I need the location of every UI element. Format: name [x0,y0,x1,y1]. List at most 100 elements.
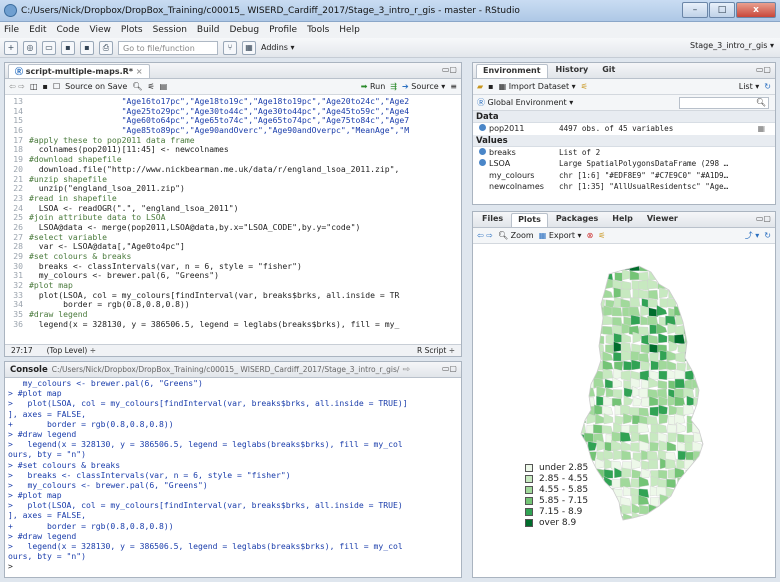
wand-icon[interactable]: ⚟ [147,82,154,91]
code-editor[interactable]: 13 "Age16to17pc","Age18to19c","Age18to19… [5,97,461,356]
map-polygon [657,469,668,480]
new-file-icon[interactable]: + [4,40,18,55]
back-icon[interactable]: ⇦ ⇨ [9,82,25,91]
git-icon[interactable]: ⑂ [223,40,237,55]
refresh-plot-icon[interactable]: ↻ [764,231,775,240]
search-icon[interactable]: 🔍︎ [132,82,142,91]
menu-session[interactable]: Session [153,25,187,35]
env-minmax-icon[interactable]: ▭▢ [756,65,771,74]
menu-file[interactable]: File [4,25,19,35]
close-tab-icon[interactable]: × [133,67,143,76]
expand-icon[interactable] [479,159,486,167]
map-polygon [685,297,695,308]
refresh-env-icon[interactable]: ↻ [764,82,775,91]
new-project-icon[interactable]: ◎ [23,40,37,55]
env-row-my-colours[interactable]: my_colours chr [1:6] "#EDF8E9" "#C7E9C0"… [473,170,775,182]
compile-report-icon[interactable]: ▤ [160,82,168,91]
console-title[interactable]: Console [10,365,48,375]
map-polygon [692,268,703,281]
code-text: #draw legend [29,309,88,320]
outline-icon[interactable]: ≡ [450,82,461,91]
expand-icon[interactable] [479,124,486,132]
pane-minmax-icon[interactable]: ▭▢ [442,65,457,74]
tab-history[interactable]: History [550,64,595,78]
global-env-selector[interactable]: Ⓡ Global Environment ▾ [477,97,573,108]
tab-plots[interactable]: Plots [511,213,548,227]
save-all-icon[interactable]: ▪ [80,40,94,55]
source-button[interactable]: ➔ Source ▾ [402,82,445,91]
tab-packages[interactable]: Packages [550,213,604,227]
zoom-button[interactable]: 🔍︎ Zoom [498,231,534,240]
view-table-icon[interactable]: ▦ [757,124,765,133]
save-file-icon[interactable]: ▪ [43,82,48,91]
scope-selector[interactable]: (Top Level) ÷ [47,346,96,355]
project-menu[interactable]: Stage_3_intro_r_gis ▾ [690,41,774,50]
save-workspace-icon[interactable]: ▪ [488,82,493,91]
close-button[interactable]: x [736,2,776,18]
publish-icon[interactable]: ⤴ ▾ [745,230,760,241]
source-on-save-checkbox[interactable]: ☐ [53,82,60,91]
maximize-button[interactable]: □ [709,2,735,18]
tab-files[interactable]: Files [476,213,509,227]
list-view-selector[interactable]: List ▾ [739,82,760,91]
delete-plot-icon[interactable]: ⊗ [587,231,594,240]
console-minmax-icon[interactable]: ▭▢ [442,364,457,373]
tab-git[interactable]: Git [596,64,621,78]
save-icon[interactable]: ▪ [61,40,75,55]
map-polygon [693,315,703,326]
tab-help[interactable]: Help [606,213,639,227]
menu-edit[interactable]: Edit [29,25,46,35]
menu-plots[interactable]: Plots [121,25,143,35]
map-polygon [629,407,641,417]
minimize-button[interactable]: – [682,2,708,18]
window-title-bar: C:/Users/Nick/Dropbox/DropBox_Training/c… [0,0,780,22]
menu-debug[interactable]: Debug [230,25,260,35]
menu-view[interactable]: View [90,25,111,35]
load-workspace-icon[interactable]: ▰ [477,82,483,91]
menu-code[interactable]: Code [57,25,80,35]
clear-plots-broom-icon[interactable]: ⚟ [598,231,605,240]
expand-icon[interactable] [479,147,486,155]
open-file-icon[interactable]: ▭ [42,40,56,55]
console-output[interactable]: my_colours <- brewer.pal(6, "Greens") > #… [5,378,461,577]
menu-build[interactable]: Build [197,25,220,35]
map-polygon [601,425,614,435]
code-line[interactable]: 36 legend(x = 328130, y = 386506.5, lege… [5,319,461,330]
env-search-input[interactable]: 🔍︎ [679,96,769,109]
map-polygon [631,359,641,371]
env-row-newcolnames[interactable]: newcolnames chr [1:35] "AllUsualResident… [473,181,775,193]
plots-minmax-icon[interactable]: ▭▢ [756,214,771,223]
env-row-lsoa[interactable]: LSOA Large SpatialPolygonsDataFrame (298… [473,158,775,170]
env-row-pop2011[interactable]: pop2011 4497 obs. of 45 variables ▦ [473,123,775,135]
console-line: + border = rgb(0.8,0.8,0.8)) [8,520,174,531]
print-icon[interactable]: ⎙ [99,40,113,55]
legend-label: 2.85 - 4.55 [539,473,589,484]
map-polygon [657,380,668,390]
export-button[interactable]: ▦ Export ▾ [539,231,582,240]
map-polygon [605,344,615,355]
clear-broom-icon[interactable]: ⚟ [581,82,588,91]
goto-function-input[interactable]: Go to file/function [118,40,218,55]
plot-back-icon[interactable]: ⇦ ⇨ [477,231,493,240]
grid-icon[interactable]: ▦ [242,40,256,55]
menu-profile[interactable]: Profile [269,25,297,35]
show-in-window-icon[interactable]: ◫ [30,82,38,91]
menu-help[interactable]: Help [339,25,360,35]
menu-tools[interactable]: Tools [307,25,329,35]
tab-script[interactable]: Ⓡ script-multiple-maps.R* × [8,64,150,78]
console-open-dir-icon[interactable]: ⇨ [402,365,410,375]
file-type-selector[interactable]: R Script ÷ [417,346,461,355]
map-polygon [619,477,632,488]
env-row-breaks[interactable]: breaks List of 2 [473,147,775,159]
code-line[interactable]: 31 my_colours <- brewer.pal(6, "Greens") [5,271,461,281]
addins-menu[interactable]: Addins ▾ [261,43,295,52]
map-polygon [683,476,695,488]
tab-viewer[interactable]: Viewer [641,213,684,227]
import-dataset-button[interactable]: ▦ Import Dataset ▾ [499,82,576,91]
code-text: unzip("england_lsoa_2011.zip") [29,183,185,194]
tab-environment[interactable]: Environment [476,64,548,78]
source-on-save-label: Source on Save [65,82,128,91]
run-button[interactable]: ➡ Run [361,82,386,91]
cursor-position: 27:17 [11,346,33,355]
rerun-icon[interactable]: ⇶ [390,82,397,91]
